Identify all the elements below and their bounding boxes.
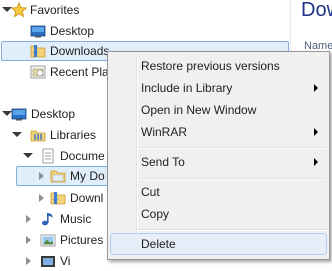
collapse-arrow-icon[interactable] [39,194,44,202]
collapse-arrow-icon[interactable] [39,172,44,180]
videos-icon [41,256,55,267]
folder-icon [50,170,66,183]
menu-item-send-to[interactable]: Send To [110,151,327,173]
menu-separator [138,147,326,149]
nav-favorites-desktop-label: Desktop [50,24,95,38]
documents-icon [42,148,54,164]
nav-videos-label: Vi [60,254,71,268]
collapse-arrow-icon[interactable] [26,257,31,265]
nav-libraries-label: Libraries [50,128,97,142]
submenu-arrow-icon [314,128,318,136]
context-menu: Restore previous versions Include in Lib… [107,51,330,260]
pictures-icon [40,234,56,247]
menu-separator [138,178,326,180]
menu-item-delete[interactable]: Delete [110,233,327,255]
menu-item-label: Send To [141,155,185,169]
nav-favorites[interactable]: Favorites [0,0,290,20]
collapse-arrow-icon[interactable] [26,215,31,223]
nav-library-downloads-label: Downl [70,191,104,205]
menu-item-label: Restore previous versions [141,59,280,73]
menu-item-include-in-library[interactable]: Include in Library [110,77,327,99]
menu-item-label: Open in New Window [141,103,257,117]
nav-favorites-desktop[interactable]: Desktop [0,21,290,41]
menu-item-restore-previous-versions[interactable]: Restore previous versions [110,55,327,77]
nav-pictures-label: Pictures [60,233,104,247]
submenu-arrow-icon [314,158,318,166]
menu-item-cut[interactable]: Cut [110,181,327,203]
collapse-arrow-icon[interactable] [26,236,31,244]
menu-item-label: Cut [141,185,160,199]
star-icon [11,2,27,18]
expand-arrow-icon[interactable] [23,153,33,158]
libraries-icon [30,130,46,142]
nav-my-documents-label: My Do [70,169,105,183]
nav-favorites-label: Favorites [30,3,80,17]
menu-separator [138,229,326,231]
nav-documents-label: Docume [60,149,105,163]
downloads-folder-icon [50,192,66,205]
expand-arrow-icon[interactable] [12,132,22,137]
desktop-icon [11,108,27,121]
menu-item-label: Copy [141,207,170,221]
nav-desktop-label: Desktop [31,107,76,121]
menu-item-copy[interactable]: Copy [110,203,327,225]
menu-item-label: WinRAR [141,125,188,139]
submenu-arrow-icon [314,84,318,92]
music-icon [42,213,53,226]
nav-favorites-downloads-label: Downloads [50,44,110,58]
menu-item-label: Delete [141,237,176,251]
page-title: Dow [301,0,332,21]
menu-item-open-in-new-window[interactable]: Open in New Window [110,99,327,121]
nav-recent-places-label: Recent Pla [50,65,109,79]
recent-places-icon [30,65,46,79]
downloads-folder-icon [30,45,46,58]
desktop-icon [30,25,46,38]
nav-music-label: Music [60,212,92,226]
menu-item-label: Include in Library [141,81,233,95]
menu-item-winrar[interactable]: WinRAR [110,121,327,143]
